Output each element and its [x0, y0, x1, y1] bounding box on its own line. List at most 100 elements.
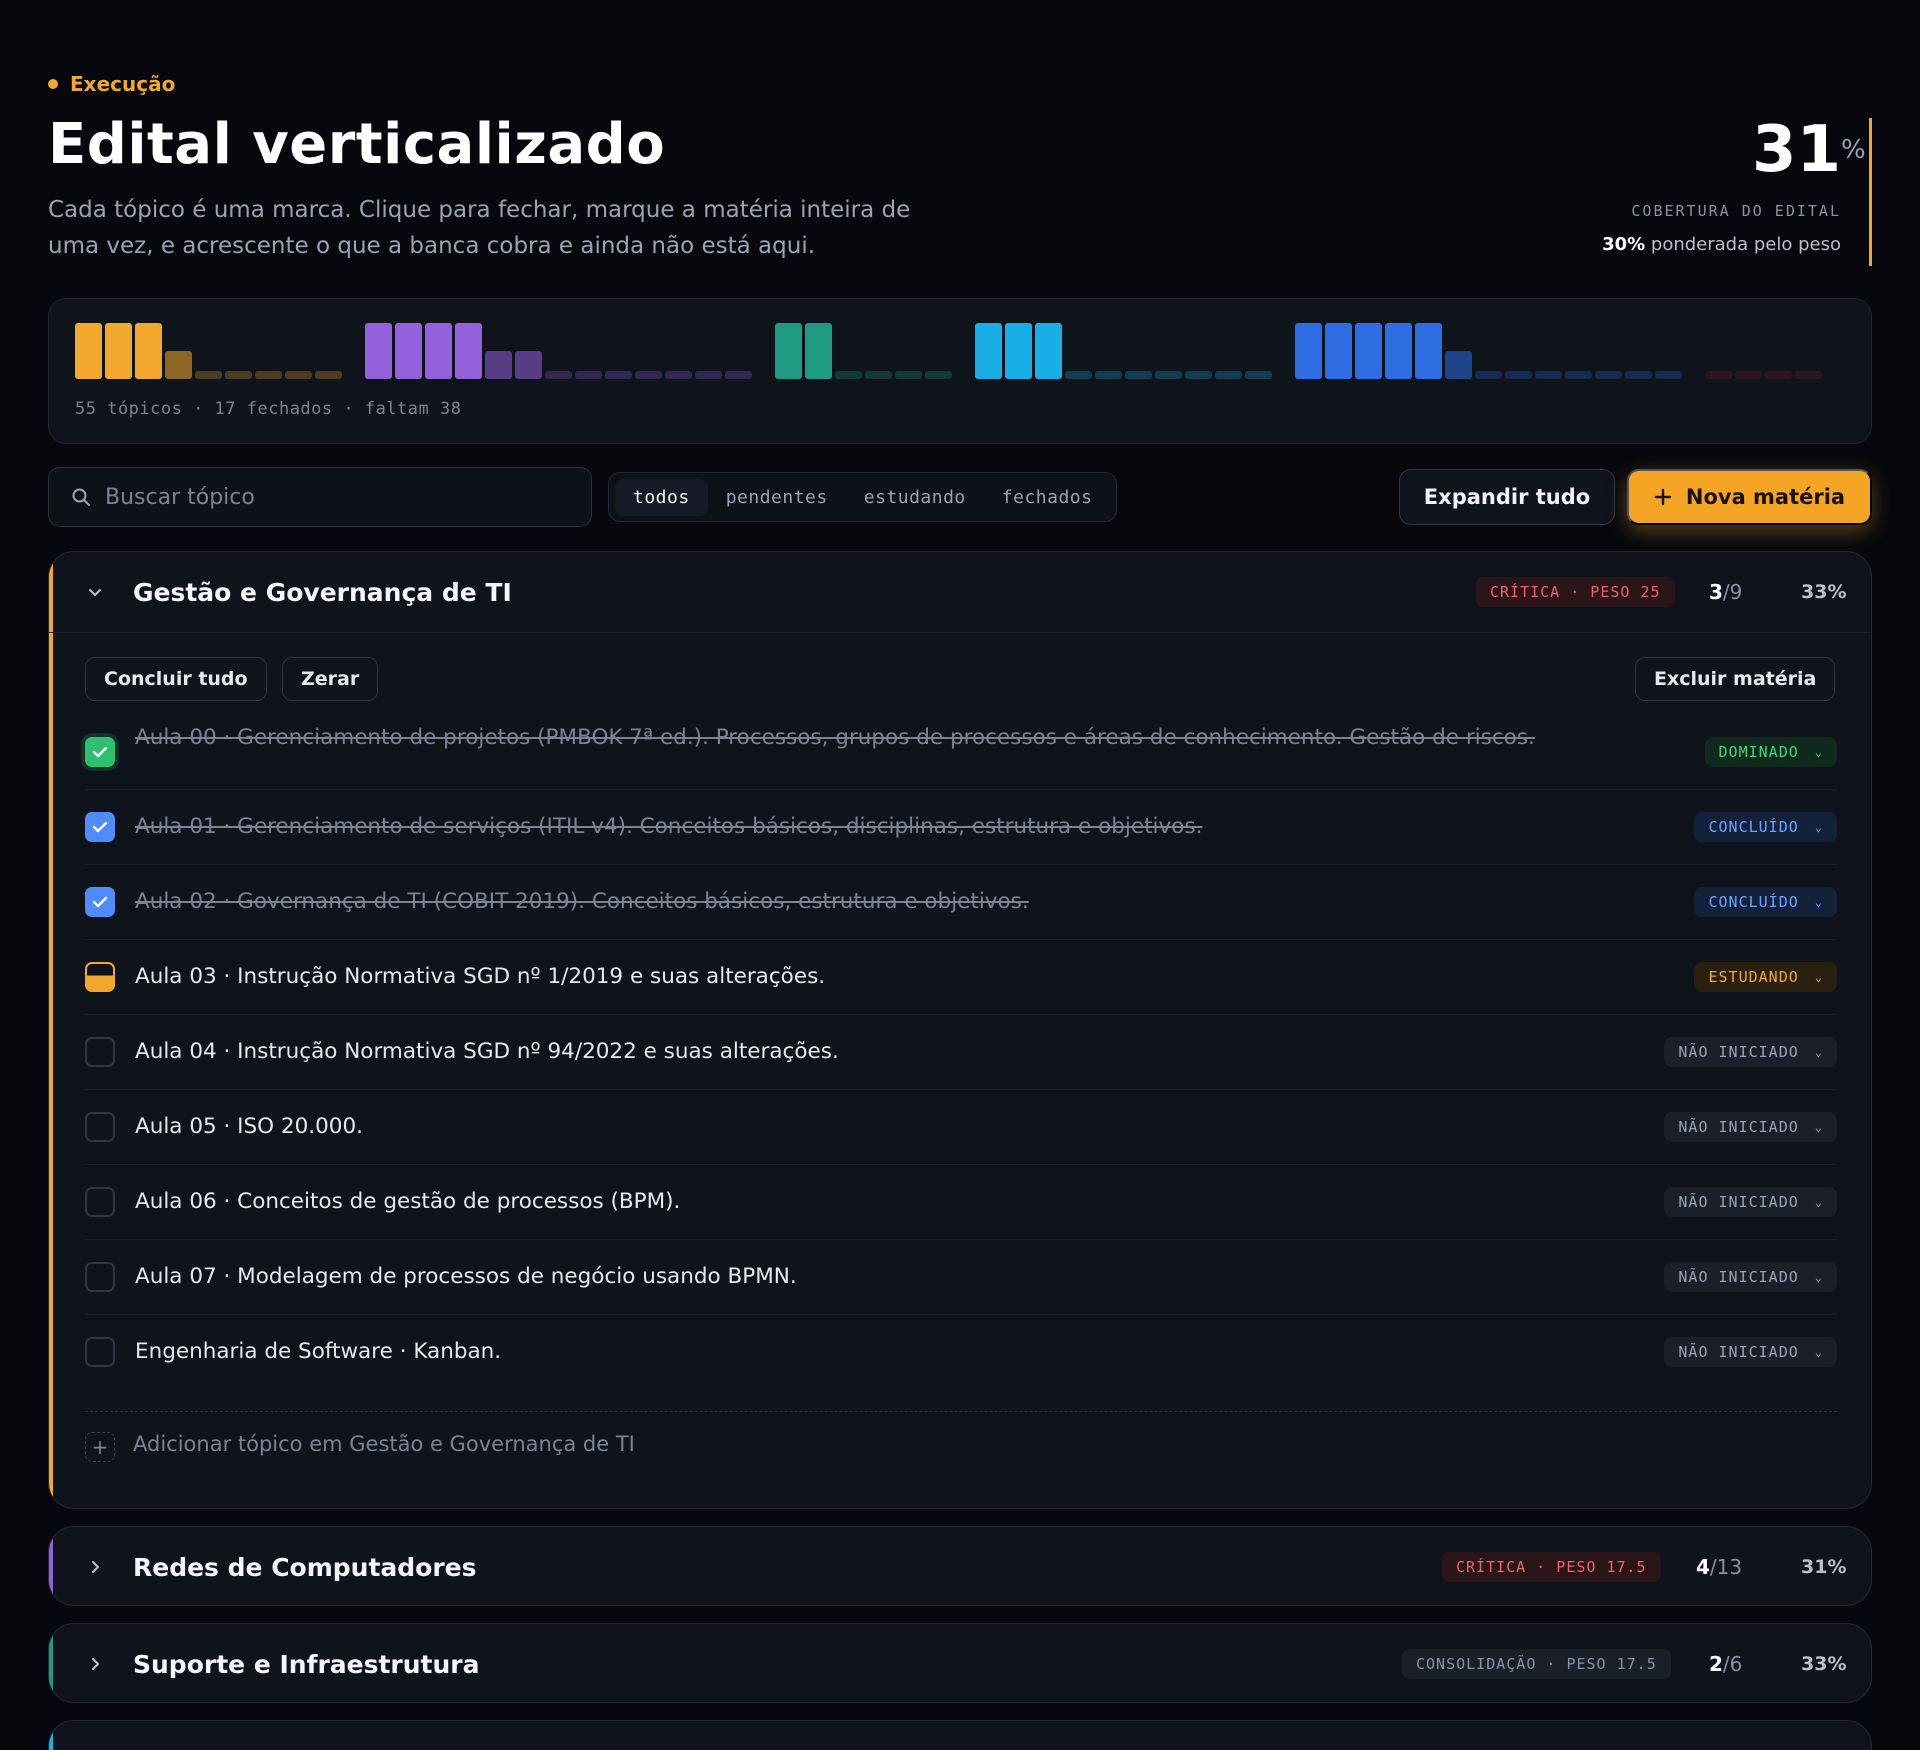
progress-bar-none — [1125, 371, 1152, 379]
topic-checkbox[interactable] — [85, 887, 115, 917]
progress-bar-done — [455, 323, 482, 379]
progress-bar-done — [395, 323, 422, 379]
progress-bar-none — [1245, 371, 1272, 379]
expand-all-button[interactable]: Expandir tudo — [1399, 469, 1615, 525]
topic-status-label: DOMINADO — [1718, 743, 1799, 761]
progress-bar-none — [315, 371, 342, 379]
subject-header[interactable]: Gestão e Governança de TI CRÍTICA · PESO… — [49, 552, 1871, 632]
topic-row[interactable]: Engenharia de Software · Kanban. NÃO INI… — [85, 1315, 1837, 1390]
progress-bar-none — [285, 371, 312, 379]
topic-row[interactable]: Aula 00 · Gerenciamento de projetos (PMB… — [85, 715, 1837, 790]
reset-button[interactable]: Zerar — [282, 657, 379, 701]
progress-bar-study — [1445, 351, 1472, 379]
topic-row[interactable]: Aula 06 · Conceitos de gestão de process… — [85, 1165, 1837, 1240]
topic-checkbox[interactable] — [85, 1187, 115, 1217]
progress-bar-none — [1535, 371, 1562, 379]
progress-bar-none — [1095, 371, 1122, 379]
progress-bar-none — [1505, 371, 1532, 379]
progress-panel: 55 tópicos · 17 fechados · faltam 38 — [48, 298, 1872, 444]
chevron-down-icon: ⌄ — [1814, 745, 1823, 759]
coverage-weighted-value: 30% — [1602, 234, 1646, 255]
topic-status-label: ESTUDANDO — [1708, 968, 1799, 986]
topic-row[interactable]: Aula 05 · ISO 20.000. NÃO INICIADO ⌄ — [85, 1090, 1837, 1165]
coverage-weighted-text: ponderada pelo peso — [1645, 234, 1841, 255]
search-box[interactable] — [48, 467, 592, 527]
subject-done-count: 4 — [1696, 1555, 1710, 1579]
filter-estudando[interactable]: estudando — [846, 479, 984, 516]
topic-checkbox[interactable] — [85, 1337, 115, 1367]
topic-status-select[interactable]: NÃO INICIADO ⌄ — [1664, 1112, 1837, 1142]
topic-checkbox[interactable] — [85, 1112, 115, 1142]
chevron-down-icon: ⌄ — [1814, 820, 1823, 834]
subject-card-suporte[interactable]: Suporte e Infraestrutura CONSOLIDAÇÃO · … — [48, 1623, 1872, 1703]
topic-checkbox[interactable] — [85, 737, 115, 767]
topic-row[interactable]: Aula 04 · Instrução Normativa SGD nº 94/… — [85, 1015, 1837, 1090]
topic-status-select[interactable]: DOMINADO ⌄ — [1704, 737, 1837, 767]
progress-bar-none — [895, 371, 922, 379]
delete-subject-button[interactable]: Excluir matéria — [1635, 657, 1836, 701]
progress-bars — [75, 323, 1825, 379]
topic-row[interactable]: Aula 07 · Modelagem de processos de negó… — [85, 1240, 1837, 1315]
subject-card-redes[interactable]: Redes de Computadores CRÍTICA · PESO 17.… — [48, 1526, 1872, 1606]
topic-status-label: NÃO INICIADO — [1678, 1043, 1799, 1061]
progress-bar-done — [1385, 323, 1412, 379]
progress-bar-done — [1035, 323, 1062, 379]
progress-bar-done — [1325, 323, 1352, 379]
topic-status-select[interactable]: NÃO INICIADO ⌄ — [1664, 1037, 1837, 1067]
progress-bar-done — [975, 323, 1002, 379]
filter-todos[interactable]: todos — [615, 478, 708, 516]
progress-bar-done — [1355, 323, 1382, 379]
topic-text: Aula 04 · Instrução Normativa SGD nº 94/… — [135, 1039, 839, 1064]
topic-checkbox[interactable] — [85, 1037, 115, 1067]
topic-status-select[interactable]: NÃO INICIADO ⌄ — [1664, 1187, 1837, 1217]
subject-done-count: 3 — [1709, 580, 1723, 604]
topic-text: Aula 02 · Governança de TI (COBIT 2019).… — [135, 889, 1029, 914]
topic-status-select[interactable]: CONCLUÍDO ⌄ — [1694, 812, 1837, 842]
topic-checkbox[interactable] — [85, 812, 115, 842]
progress-bar-done — [775, 323, 802, 379]
subject-topic-count: 4/13 — [1696, 1555, 1742, 1579]
search-input[interactable] — [105, 484, 545, 510]
progress-bar-study — [515, 351, 542, 379]
chevron-right-icon[interactable] — [83, 1652, 107, 1676]
subject-topic-count: 3/9 — [1709, 580, 1742, 604]
progress-bar-none — [1705, 371, 1732, 379]
chevron-down-icon: ⌄ — [1814, 1120, 1823, 1134]
progress-bar-done — [1295, 323, 1322, 379]
topic-text: Aula 07 · Modelagem de processos de negó… — [135, 1264, 797, 1289]
chevron-right-icon[interactable] — [83, 1555, 107, 1579]
topic-status-select[interactable]: NÃO INICIADO ⌄ — [1664, 1337, 1837, 1367]
topic-text: Engenharia de Software · Kanban. — [135, 1339, 502, 1364]
progress-caption: 55 tópicos · 17 fechados · faltam 38 — [75, 399, 462, 419]
chevron-down-icon[interactable] — [83, 580, 107, 604]
progress-bar-none — [1475, 371, 1502, 379]
eyebrow-label: Execução — [70, 72, 176, 96]
subject-percent: 31% — [1801, 1556, 1847, 1578]
progress-bar-none — [635, 371, 662, 379]
coverage-value: 31% — [1592, 118, 1866, 182]
topic-status-select[interactable]: ESTUDANDO ⌄ — [1694, 962, 1837, 992]
subject-header[interactable]: Suporte e Infraestrutura CONSOLIDAÇÃO · … — [49, 1624, 1871, 1702]
add-topic-row[interactable]: + Adicionar tópico em Gestão e Governanç… — [85, 1411, 1837, 1481]
progress-bar-done — [1415, 323, 1442, 379]
subject-card-next[interactable] — [48, 1720, 1872, 1750]
progress-bar-none — [925, 371, 952, 379]
new-subject-button[interactable]: Nova matéria — [1627, 469, 1872, 525]
filter-pendentes[interactable]: pendentes — [708, 479, 846, 516]
topic-row[interactable]: Aula 02 · Governança de TI (COBIT 2019).… — [85, 865, 1837, 940]
progress-bar-none — [575, 371, 602, 379]
topic-checkbox[interactable] — [85, 962, 115, 992]
progress-bar-none — [1795, 371, 1822, 379]
topic-row[interactable]: Aula 01 · Gerenciamento de serviços (ITI… — [85, 790, 1837, 865]
progress-bar-none — [865, 371, 892, 379]
progress-bar-none — [725, 371, 752, 379]
conclude-all-button[interactable]: Concluir tudo — [85, 657, 267, 701]
topic-checkbox[interactable] — [85, 1262, 115, 1292]
subject-header[interactable]: Redes de Computadores CRÍTICA · PESO 17.… — [49, 1527, 1871, 1605]
topic-row[interactable]: Aula 03 · Instrução Normativa SGD nº 1/2… — [85, 940, 1837, 1015]
topic-status-select[interactable]: CONCLUÍDO ⌄ — [1694, 887, 1837, 917]
filter-fechados[interactable]: fechados — [984, 479, 1111, 516]
chevron-down-icon: ⌄ — [1814, 1195, 1823, 1209]
topic-status-select[interactable]: NÃO INICIADO ⌄ — [1664, 1262, 1837, 1292]
new-subject-label: Nova matéria — [1685, 485, 1846, 509]
